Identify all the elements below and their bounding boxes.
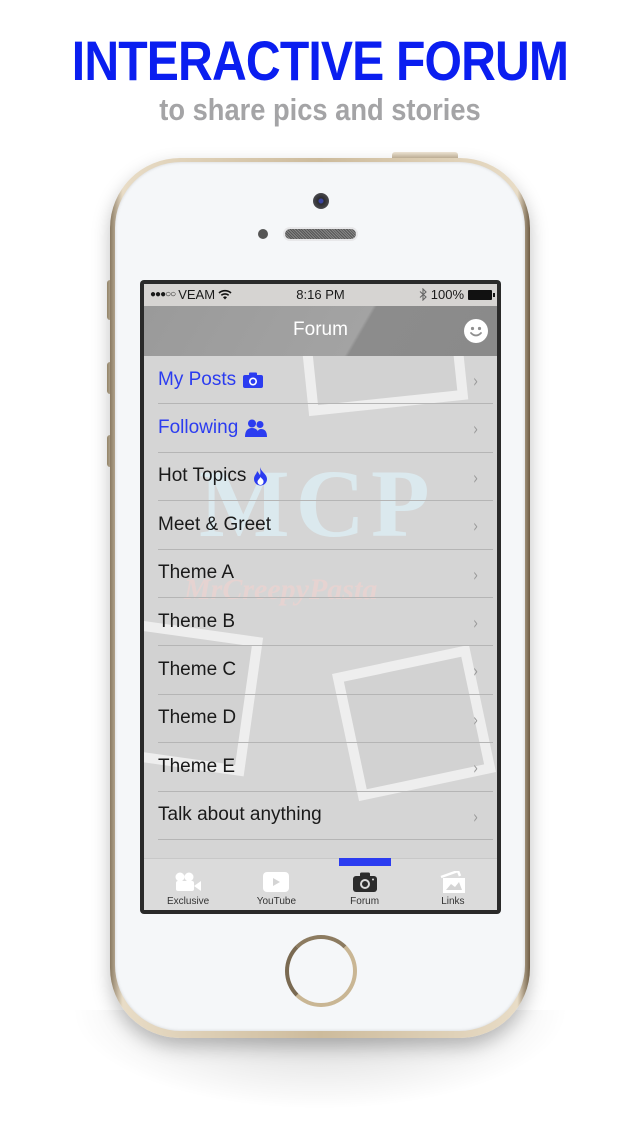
youtube-play-icon: [263, 872, 290, 892]
forum-item-label: Theme C: [158, 659, 237, 681]
forum-list: My Posts › Following › Hot Topics › Meet…: [144, 356, 497, 840]
tab-label: Forum: [350, 896, 380, 907]
camera-icon: [243, 372, 264, 388]
camera-icon: [352, 872, 377, 892]
forum-item-label: Talk about anything: [158, 804, 322, 826]
forum-item-theme-d[interactable]: Theme D ›: [158, 695, 493, 744]
navigation-bar: Forum: [144, 306, 497, 356]
photos-icon: [440, 871, 465, 893]
forum-item-my-posts[interactable]: My Posts ›: [158, 356, 493, 405]
forum-item-theme-e[interactable]: Theme E ›: [158, 743, 493, 792]
nav-title: Forum: [293, 319, 348, 340]
forum-item-label: Following: [158, 417, 239, 439]
earpiece-speaker: [283, 227, 358, 241]
tab-label: YouTube: [256, 896, 297, 907]
battery-icon: [468, 289, 495, 300]
forum-item-label: Theme D: [158, 707, 237, 729]
chevron-right-icon: ›: [472, 806, 478, 828]
chevron-right-icon: ›: [472, 371, 478, 392]
chevron-right-icon: ›: [472, 758, 478, 780]
users-icon: [245, 419, 268, 438]
tab-youtube[interactable]: YouTube: [232, 859, 320, 910]
promo-headline: INTERACTIVE FORUM: [71, 29, 569, 92]
video-camera-icon: [175, 872, 202, 891]
status-bar: ●●●○○ VEAM 8:16 PM 100%: [144, 284, 497, 306]
forum-item-theme-b[interactable]: Theme B ›: [158, 598, 493, 647]
chevron-right-icon: ›: [472, 661, 478, 683]
forum-item-meet-greet[interactable]: Meet & Greet ›: [158, 501, 493, 550]
forum-item-following[interactable]: Following ›: [158, 404, 493, 453]
tab-links[interactable]: Links: [409, 859, 497, 910]
smiley-icon[interactable]: [464, 319, 488, 343]
promo-subheadline: to share pics and stories: [159, 92, 481, 127]
active-tab-indicator: [338, 858, 391, 866]
forum-item-label: Hot Topics: [158, 465, 247, 487]
tab-bar: Exclusive YouTube Forum Links: [144, 858, 497, 910]
forum-item-theme-a[interactable]: Theme A ›: [158, 550, 493, 598]
flame-icon: [254, 466, 268, 486]
forum-item-label: My Posts: [158, 368, 237, 390]
tab-label: Exclusive: [167, 896, 210, 907]
forum-item-talk-about-anything[interactable]: Talk about anything ›: [158, 792, 493, 840]
forum-item-label: Meet & Greet: [158, 513, 271, 535]
chevron-right-icon: ›: [472, 516, 478, 538]
chevron-right-icon: ›: [472, 419, 478, 441]
chevron-right-icon: ›: [472, 564, 478, 586]
proximity-sensor: [258, 229, 268, 239]
tab-forum[interactable]: Forum: [321, 858, 409, 910]
forum-item-label: Theme B: [158, 610, 236, 632]
forum-item-hot-topics[interactable]: Hot Topics ›: [158, 453, 493, 502]
chevron-right-icon: ›: [472, 612, 478, 634]
chevron-right-icon: ›: [472, 467, 478, 489]
home-button[interactable]: [285, 935, 357, 1007]
battery-percent: 100%: [430, 287, 464, 302]
tab-label: Links: [441, 896, 465, 907]
phone-screen: MCP MrCreepyPasta ●●●○○ VEAM 8:16 PM 100…: [140, 280, 501, 914]
tab-exclusive[interactable]: Exclusive: [144, 859, 232, 910]
forum-item-label: Theme A: [158, 562, 235, 584]
front-camera: [313, 193, 329, 209]
chevron-right-icon: ›: [472, 709, 478, 731]
forum-item-label: Theme E: [158, 755, 236, 777]
forum-item-theme-c[interactable]: Theme C ›: [158, 646, 493, 695]
bluetooth-icon: [419, 288, 427, 301]
